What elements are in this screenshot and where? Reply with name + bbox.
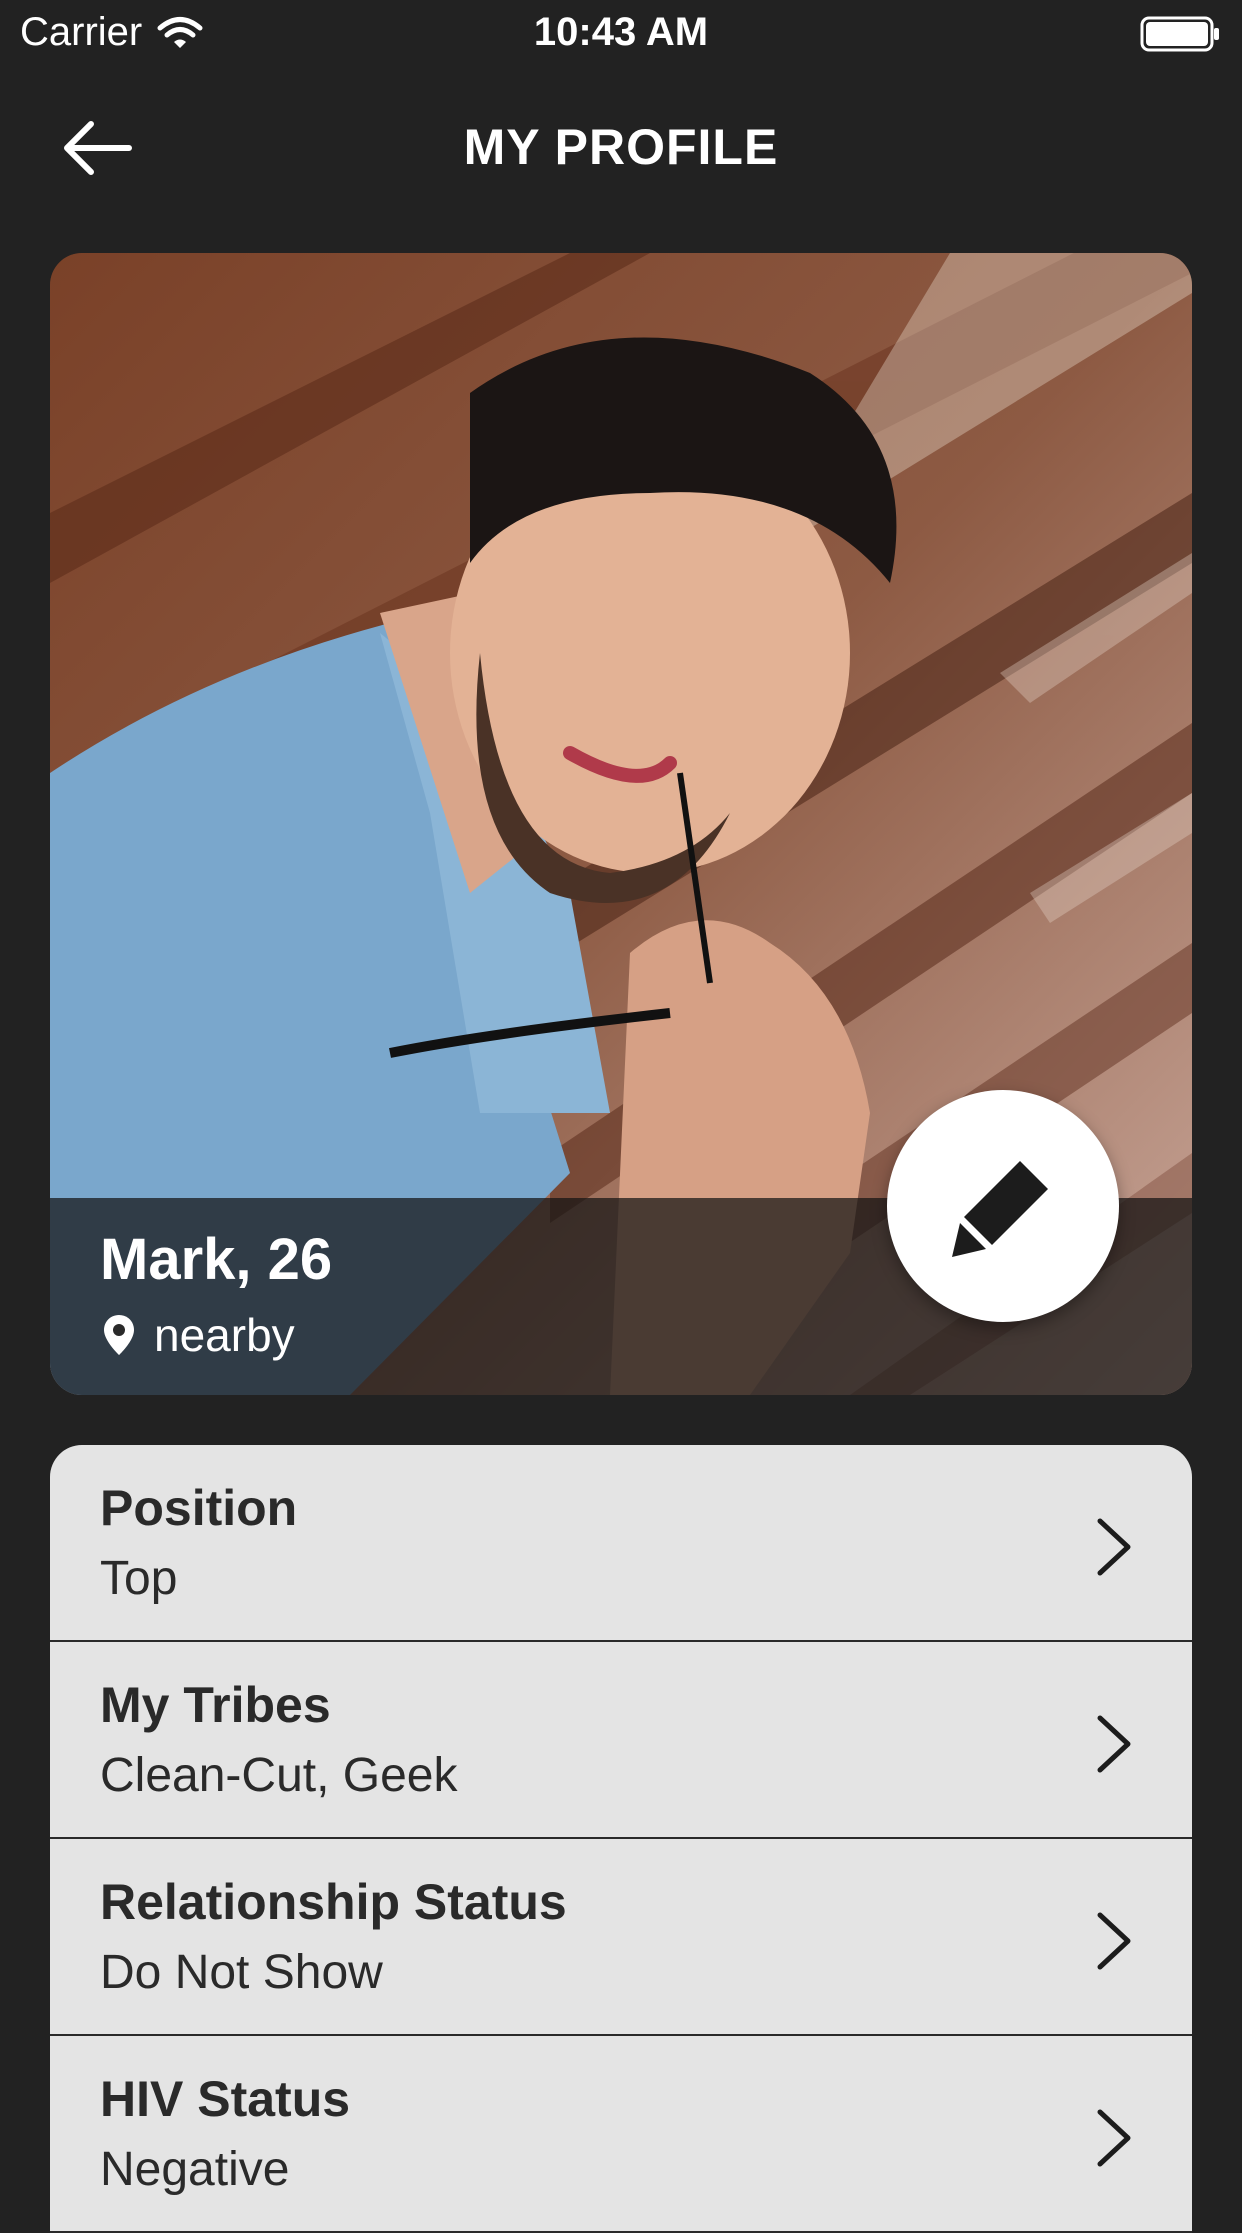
chevron-right-icon [1097, 1715, 1131, 1773]
chevron-right-icon [1097, 1912, 1131, 1970]
info-value: Clean-Cut, Geek [100, 1749, 458, 1802]
status-bar: Carrier 10:43 AM [0, 0, 1242, 66]
pencil-icon [952, 1155, 1054, 1257]
info-row-position[interactable]: Position Top [50, 1445, 1192, 1642]
chevron-right-icon [1097, 1518, 1131, 1576]
map-pin-icon [104, 1315, 134, 1355]
info-label: Position [100, 1480, 298, 1536]
page-title: MY PROFILE [463, 119, 779, 175]
info-label: HIV Status [100, 2071, 351, 2127]
location-label: nearby [154, 1309, 295, 1361]
profile-info-list: Position Top My Tribes Clean-Cut, Geek R… [50, 1445, 1192, 2233]
profile-name-age: Mark, 26 [100, 1227, 333, 1292]
edit-profile-button[interactable] [887, 1090, 1119, 1322]
info-value: Negative [100, 2143, 290, 2196]
battery-icon [1140, 16, 1219, 52]
info-row-relationship-status[interactable]: Relationship Status Do Not Show [50, 1839, 1192, 2036]
info-row-tribes[interactable]: My Tribes Clean-Cut, Geek [50, 1642, 1192, 1839]
info-value: Do Not Show [100, 1946, 383, 1999]
info-row-hiv-status[interactable]: HIV Status Negative [50, 2036, 1192, 2233]
navigation-bar: MY PROFILE [0, 66, 1242, 232]
info-value: Top [100, 1552, 178, 1605]
status-time: 10:43 AM [533, 10, 709, 54]
info-label: My Tribes [100, 1677, 331, 1733]
info-label: Relationship Status [100, 1874, 567, 1930]
chevron-right-icon [1097, 2109, 1131, 2167]
location-row: nearby [102, 1308, 295, 1362]
